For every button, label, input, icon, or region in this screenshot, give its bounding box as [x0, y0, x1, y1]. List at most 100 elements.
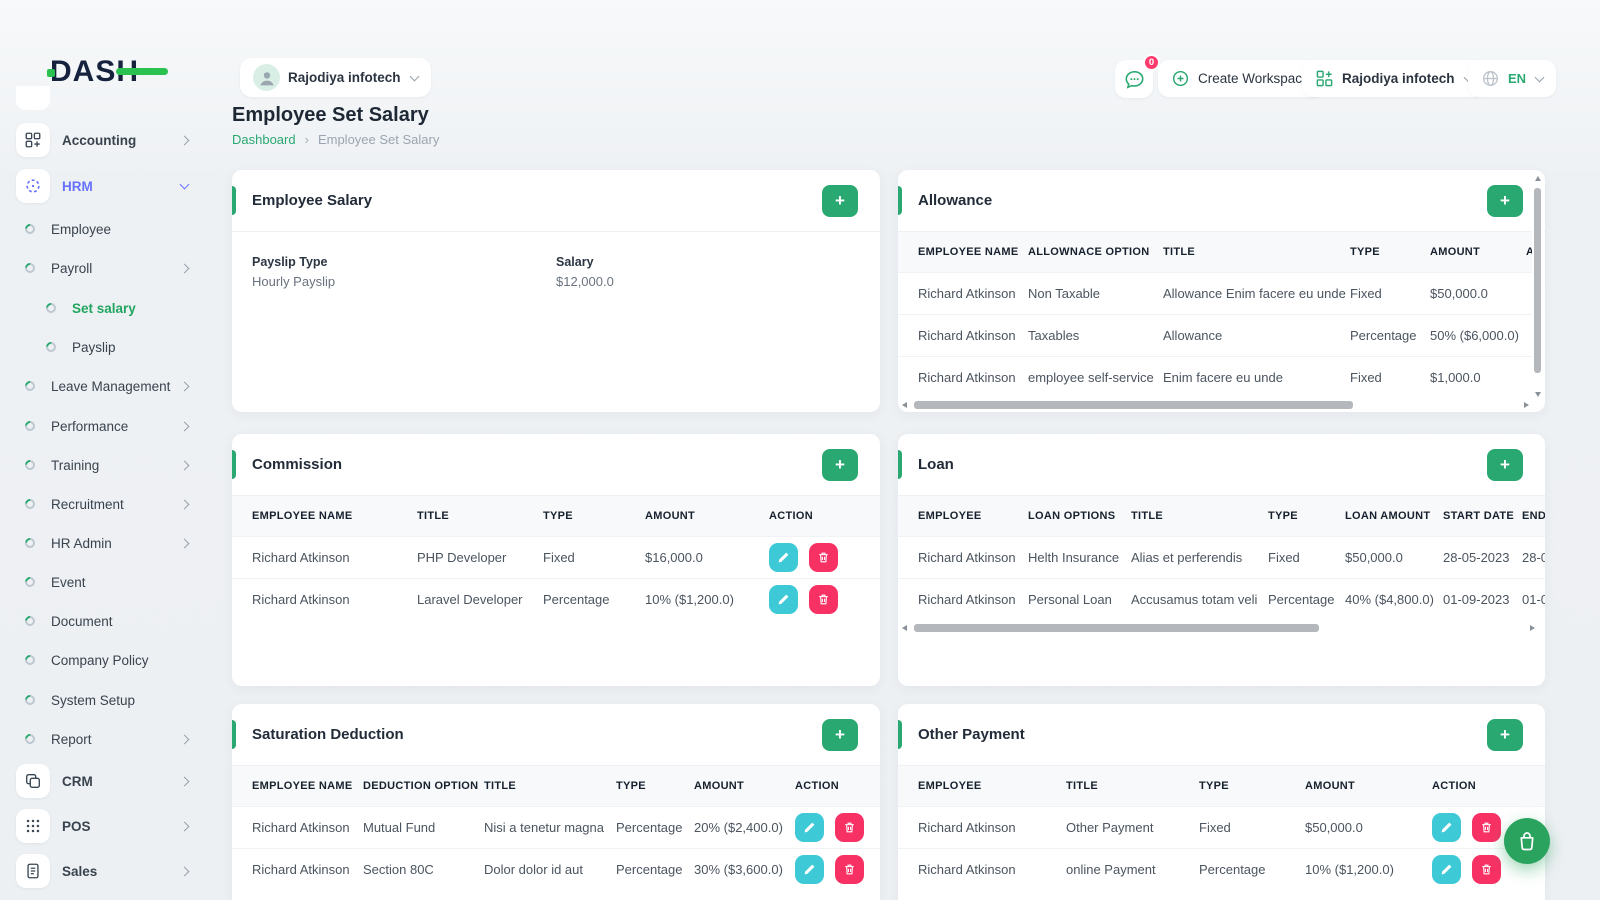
- scroll-right-arrow[interactable]: [1524, 402, 1529, 408]
- sidebar-item-recruitment[interactable]: Recruitment: [16, 486, 198, 522]
- delete-button[interactable]: [1472, 855, 1501, 884]
- sidebar-item-hr-admin[interactable]: HR Admin: [16, 525, 198, 561]
- column-header: TYPE: [543, 496, 645, 536]
- add-allowance-button[interactable]: +: [1487, 185, 1523, 217]
- cell-title: Allowance: [1163, 314, 1350, 356]
- cell-employee: Richard Atkinson: [898, 806, 1066, 848]
- sidebar-item-label: Event: [51, 575, 86, 590]
- sidebar-item-performance[interactable]: Performance: [16, 408, 198, 444]
- cell-title: PHP Developer: [417, 536, 543, 578]
- add-deduction-button[interactable]: +: [822, 719, 858, 751]
- bullet-icon: [23, 732, 37, 746]
- app-logo[interactable]: DASH: [50, 55, 170, 91]
- edit-button[interactable]: [795, 813, 824, 842]
- sidebar-item-set-salary[interactable]: Set salary: [16, 290, 198, 326]
- sidebar-item-event[interactable]: Event: [16, 564, 198, 600]
- sales-document-icon: [16, 854, 50, 888]
- sidebar-item-payslip[interactable]: Payslip: [16, 329, 198, 365]
- sidebar-item-company-policy[interactable]: Company Policy: [16, 642, 198, 678]
- messages-button[interactable]: 0: [1115, 60, 1153, 98]
- column-header: ACTION: [1432, 766, 1545, 806]
- cell-type: Fixed: [1350, 356, 1430, 398]
- cell-employee-name: Richard Atkinson: [898, 356, 1028, 398]
- edit-button[interactable]: [1432, 855, 1461, 884]
- scroll-down-arrow[interactable]: [1535, 392, 1541, 397]
- edit-button[interactable]: [769, 543, 798, 572]
- column-header: TITLE: [1163, 232, 1350, 272]
- scroll-up-arrow[interactable]: [1535, 176, 1541, 181]
- sidebar-item-accounting[interactable]: Accounting: [16, 122, 198, 158]
- create-workspace-label: Create Workspace: [1198, 71, 1310, 86]
- scroll-left-arrow[interactable]: [902, 625, 907, 631]
- add-salary-button[interactable]: +: [822, 185, 858, 217]
- user-icon: [256, 67, 278, 89]
- column-header: TYPE: [1268, 496, 1345, 536]
- add-other-payment-button[interactable]: +: [1487, 719, 1523, 751]
- sidebar-item-hrm[interactable]: HRM: [16, 168, 198, 204]
- chevron-right-icon: [180, 734, 190, 744]
- bullet-icon: [44, 340, 58, 354]
- scroll-right-arrow[interactable]: [1530, 625, 1535, 631]
- sidebar-item-report[interactable]: Report: [16, 721, 198, 757]
- sidebar-item-pos[interactable]: POS: [16, 808, 198, 844]
- cell-title: Laravel Developer: [417, 578, 543, 620]
- column-header: TITLE: [1066, 766, 1199, 806]
- sidebar-item-label: Payslip: [72, 340, 116, 355]
- language-selector[interactable]: EN: [1468, 60, 1556, 97]
- sidebar-item-training[interactable]: Training: [16, 447, 198, 483]
- create-workspace-button[interactable]: Create Workspace: [1158, 60, 1323, 97]
- column-header: ACTION: [769, 496, 880, 536]
- delete-button[interactable]: [835, 855, 864, 884]
- employee-salary-card: Employee Salary + Payslip Type Hourly Pa…: [232, 170, 880, 412]
- sidebar-item-employee[interactable]: Employee: [16, 211, 198, 247]
- card-title: Saturation Deduction: [252, 726, 404, 743]
- scrollbar-thumb[interactable]: [914, 401, 1353, 409]
- cell-amount: 30% ($3,600.0): [694, 848, 795, 890]
- bullet-icon: [23, 379, 37, 393]
- scrollbar-thumb[interactable]: [1534, 188, 1541, 373]
- column-header: AMOUNT: [1305, 766, 1432, 806]
- workspace-selector-label: Rajodiya infotech: [288, 70, 401, 85]
- allowance-table-viewport: EMPLOYEE NAME ALLOWNACE OPTION TITLE TYP…: [898, 232, 1532, 398]
- loan-table-viewport: EMPLOYEE LOAN OPTIONS TITLE TYPE LOAN AM…: [898, 496, 1545, 620]
- cell-title: Other Payment: [1066, 806, 1199, 848]
- table-header-row: EMPLOYEE NAME TITLE TYPE AMOUNT ACTION: [232, 496, 880, 536]
- edit-button[interactable]: [795, 855, 824, 884]
- card-accent-bar: [898, 186, 902, 215]
- sidebar-item-label: Training: [51, 458, 99, 473]
- delete-button[interactable]: [835, 813, 864, 842]
- sidebar-item-label: Payroll: [51, 261, 92, 276]
- sidebar-item-payroll[interactable]: Payroll: [16, 250, 198, 286]
- sidebar-item-crm[interactable]: CRM: [16, 763, 198, 799]
- sidebar-item-system-setup[interactable]: System Setup: [16, 682, 198, 718]
- horizontal-scrollbar[interactable]: [902, 400, 1529, 410]
- delete-button[interactable]: [809, 543, 838, 572]
- cell-title: Enim facere eu unde: [1163, 356, 1350, 398]
- vertical-scrollbar[interactable]: [1532, 174, 1544, 399]
- shop-fab-button[interactable]: [1504, 818, 1550, 864]
- add-loan-button[interactable]: +: [1487, 449, 1523, 481]
- sidebar-item-label: HRM: [62, 179, 93, 194]
- add-commission-button[interactable]: +: [822, 449, 858, 481]
- delete-button[interactable]: [1472, 813, 1501, 842]
- workspace-selector[interactable]: Rajodiya infotech: [240, 58, 431, 97]
- chevron-right-icon: [180, 135, 190, 145]
- logo-dash-accent: [116, 68, 168, 75]
- edit-button[interactable]: [1432, 813, 1461, 842]
- scrollbar-thumb[interactable]: [914, 624, 1319, 632]
- company-selector[interactable]: Rajodiya infotech: [1302, 60, 1485, 97]
- breadcrumb-dashboard-link[interactable]: Dashboard: [232, 132, 296, 147]
- crm-copy-icon: [16, 764, 50, 798]
- horizontal-scrollbar[interactable]: [902, 623, 1535, 633]
- edit-button[interactable]: [769, 585, 798, 614]
- table-row: Richard Atkinson PHP Developer Fixed $16…: [232, 536, 880, 578]
- cell-amount: 10% ($1,200.0): [645, 578, 769, 620]
- cell-title: Allowance Enim facere eu unde: [1163, 272, 1350, 314]
- scroll-left-arrow[interactable]: [902, 402, 907, 408]
- chevron-right-icon: [180, 381, 190, 391]
- bullet-icon: [44, 301, 58, 315]
- sidebar-item-document[interactable]: Document: [16, 603, 198, 639]
- sidebar-item-sales[interactable]: Sales: [16, 853, 198, 889]
- delete-button[interactable]: [809, 585, 838, 614]
- sidebar-item-leave-management[interactable]: Leave Management: [16, 368, 198, 404]
